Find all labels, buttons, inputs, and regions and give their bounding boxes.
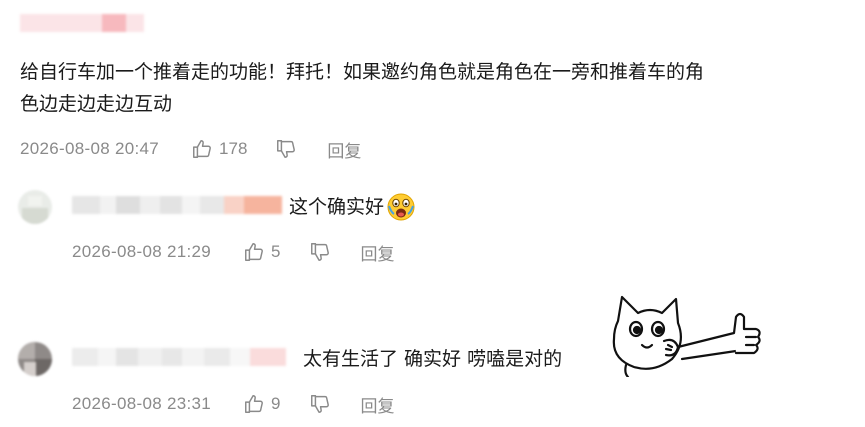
comment-text-line: 这个确实好 <box>289 196 385 218</box>
reply-button[interactable]: 回复 <box>361 240 395 265</box>
comment-text: 这个确实好 <box>289 191 416 223</box>
blurred-username[interactable] <box>72 348 286 366</box>
thumbs-up-icon <box>245 395 263 413</box>
comment-text: 太有生活了 确实好 唠嗑是对的 <box>303 343 562 375</box>
thumbs-down-icon <box>310 243 329 261</box>
timestamp: 2026-08-08 21:29 <box>72 242 212 261</box>
thumbs-up-icon <box>193 140 211 158</box>
timestamp: 2026-08-08 20:47 <box>20 139 160 158</box>
blurred-username[interactable] <box>20 14 144 32</box>
reply-label: 回复 <box>360 396 395 417</box>
dislike-button[interactable] <box>275 138 297 160</box>
like-button[interactable]: 178 <box>191 138 247 160</box>
avatar[interactable] <box>18 342 52 376</box>
like-count: 178 <box>219 139 248 158</box>
thumbs-down-icon <box>277 140 296 158</box>
comment-text-line: 太有生活了 确实好 唠嗑是对的 <box>303 348 563 370</box>
cat-thumbs-up-sticker <box>612 295 761 377</box>
dislike-button[interactable] <box>309 393 331 415</box>
like-count: 5 <box>271 242 281 261</box>
comment-text-line: 给自行车加一个推着走的功能！拜托！如果邀约角色就是角色在一旁和推着车的角 <box>20 61 705 83</box>
like-count: 9 <box>271 394 281 413</box>
comment-meta-row: 2026-08-08 21:29 5 回复 <box>72 240 395 265</box>
comment-meta-row: 2026-08-08 23:31 9 回复 <box>72 392 395 417</box>
comment-meta-row: 2026-08-08 20:47 178 回复 <box>20 137 361 162</box>
reply-button[interactable]: 回复 <box>361 392 395 417</box>
reply-label: 回复 <box>360 244 395 265</box>
scared-face-emoji <box>387 193 415 221</box>
avatar[interactable] <box>18 190 52 224</box>
comment-text: 给自行车加一个推着走的功能！拜托！如果邀约角色就是角色在一旁和推着车的角 色边走… <box>20 56 704 120</box>
reply-button[interactable]: 回复 <box>327 137 361 162</box>
comment-text-line: 色边走边走边互动 <box>20 93 173 115</box>
reply-label: 回复 <box>327 141 362 162</box>
like-button[interactable]: 9 <box>243 393 281 415</box>
timestamp: 2026-08-08 23:31 <box>72 394 212 413</box>
thumbs-up-icon <box>245 243 263 261</box>
dislike-button[interactable] <box>309 241 331 263</box>
blurred-username[interactable] <box>72 196 282 214</box>
like-button[interactable]: 5 <box>243 241 281 263</box>
thumbs-down-icon <box>310 395 329 413</box>
